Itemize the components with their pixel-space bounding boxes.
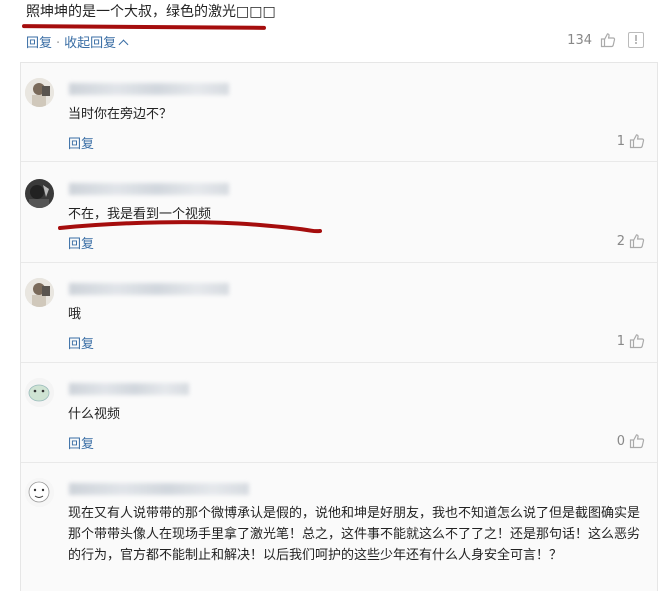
thumbs-up-icon[interactable] [629,333,645,349]
avatar[interactable] [25,78,54,107]
reply-text: 现在又有人说带带的那个微博承认是假的，说他和坤是好朋友，我也不知道怎么说了但是截… [68,506,641,563]
username-blurred[interactable] [69,83,229,95]
reply-button[interactable]: 回复 [26,36,52,51]
username-blurred[interactable] [69,283,229,295]
thumbs-up-icon[interactable] [629,233,645,249]
like-count: 2 [616,233,625,249]
red-annotation-underline [21,24,267,30]
like-count: 1 [616,133,625,149]
top-comment-actions: 回复 · 收起回复 [26,32,129,51]
reply-text: 哦 [68,307,82,322]
divider [21,161,657,162]
thumbs-up-icon[interactable] [629,133,645,149]
username-blurred[interactable] [69,183,229,195]
divider [21,362,657,363]
reply-like: 2 [617,233,645,249]
top-comment-meta: 134 [567,32,644,48]
collapse-replies-button[interactable]: 收起回复 [64,36,129,51]
separator: · [56,36,61,51]
reply-like: 0 [617,433,645,449]
chevron-up-icon [118,39,129,50]
like-count: 134 [567,32,592,48]
like-count: 1 [616,333,625,349]
top-comment-text: 照坤坤的是一个大叔，绿色的激光□□□ [26,4,276,20]
username-blurred[interactable] [69,483,249,495]
divider [21,462,657,463]
reply-text: 不在，我是看到一个视频 [68,207,212,222]
reply-button[interactable]: 回复 [68,133,94,152]
reply-text: 什么视频 [68,407,121,422]
divider [21,262,657,263]
thumbs-up-icon[interactable] [629,433,645,449]
reply-button[interactable]: 回复 [68,233,94,252]
reply-like: 1 [617,333,645,349]
reply-button[interactable]: 回复 [68,333,94,352]
reply-like: 1 [617,133,645,149]
like-count: 0 [616,433,625,449]
reply-button[interactable]: 回复 [68,433,94,452]
avatar[interactable] [25,378,54,407]
thumbs-up-icon[interactable] [600,32,616,48]
comment-thread: 照坤坤的是一个大叔，绿色的激光□□□ 回复 · 收起回复 134 当时你在旁边不？ … [0,0,658,591]
avatar[interactable] [25,179,54,208]
avatar[interactable] [25,278,54,307]
replies-panel: 当时你在旁边不？ 回复 1 不在，我是看到一个视频 回复 2 哦 回复 1 什么… [20,62,658,591]
reply-text: 当时你在旁边不？ [68,107,173,122]
collapse-label: 收起回复 [64,36,117,51]
username-blurred[interactable] [69,383,189,395]
avatar[interactable] [25,478,54,507]
report-icon[interactable] [628,32,644,48]
